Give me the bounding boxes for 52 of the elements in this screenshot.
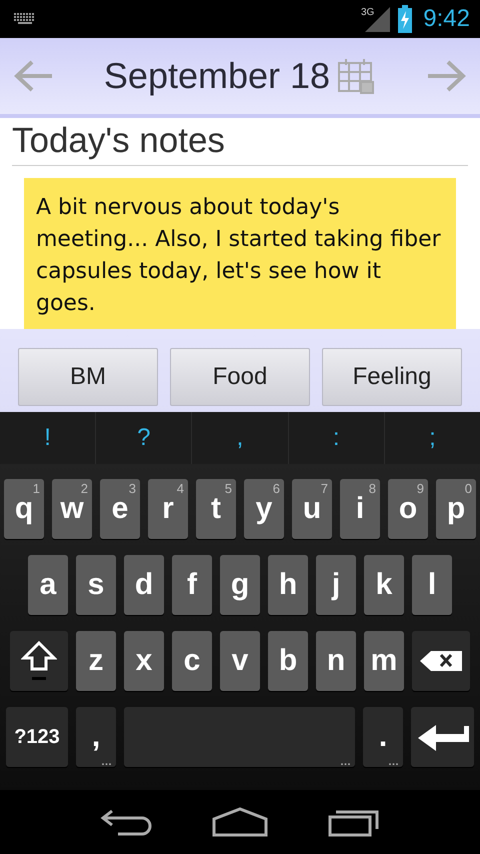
letter-key[interactable]: w 2 bbox=[52, 479, 92, 539]
punctuation-key[interactable]: . … bbox=[363, 707, 403, 767]
battery-icon bbox=[397, 5, 414, 33]
letter-key[interactable]: i 8 bbox=[340, 479, 380, 539]
section-title: Today's notes bbox=[12, 118, 468, 166]
letter-key[interactable]: b bbox=[268, 631, 308, 691]
letter-key[interactable]: c bbox=[172, 631, 212, 691]
suggestion-item[interactable]: , bbox=[191, 412, 288, 464]
letter-key[interactable]: p 0 bbox=[436, 479, 476, 539]
letter-key[interactable]: q 1 bbox=[4, 479, 44, 539]
suggestion-item[interactable]: ? bbox=[95, 412, 192, 464]
letter-key[interactable]: m bbox=[364, 631, 404, 691]
suggestion-item[interactable]: : bbox=[288, 412, 384, 464]
letter-key[interactable]: d bbox=[124, 555, 164, 615]
letter-key[interactable]: r 4 bbox=[148, 479, 188, 539]
enter-key[interactable] bbox=[411, 707, 474, 767]
letter-key[interactable]: t 5 bbox=[196, 479, 236, 539]
suggestion-item[interactable]: ! bbox=[0, 412, 96, 464]
letter-key[interactable]: n bbox=[316, 631, 356, 691]
letter-key[interactable]: g bbox=[220, 555, 260, 615]
category-button[interactable]: BM bbox=[18, 348, 158, 406]
symbols-key[interactable]: ?123 bbox=[6, 707, 68, 767]
space-key[interactable]: … bbox=[124, 707, 355, 767]
backspace-icon bbox=[419, 650, 463, 672]
note-text[interactable]: A bit nervous about today's meeting... Also, I started taking fiber capsules today, let's see how it goes. bbox=[24, 178, 456, 329]
category-button[interactable]: Food bbox=[170, 348, 310, 406]
letter-key[interactable]: s bbox=[76, 555, 116, 615]
letter-key[interactable]: h bbox=[268, 555, 308, 615]
back-icon[interactable] bbox=[100, 807, 152, 837]
suggestion-item[interactable]: ; bbox=[384, 412, 480, 464]
letter-key[interactable]: l bbox=[412, 555, 452, 615]
letter-key[interactable]: e 3 bbox=[100, 479, 140, 539]
punctuation-key[interactable]: , … bbox=[76, 707, 116, 767]
keyboard-icon bbox=[14, 13, 36, 25]
letter-key[interactable]: k bbox=[364, 555, 404, 615]
letter-key[interactable]: z bbox=[76, 631, 116, 691]
clock-time: 9:42 bbox=[423, 5, 470, 33]
letter-key[interactable]: u 7 bbox=[292, 479, 332, 539]
letter-key[interactable]: f bbox=[172, 555, 212, 615]
home-icon[interactable] bbox=[212, 807, 268, 837]
category-button[interactable]: Feeling bbox=[322, 348, 462, 406]
letter-key[interactable]: v bbox=[220, 631, 260, 691]
letter-key[interactable]: x bbox=[124, 631, 164, 691]
letter-key[interactable]: y 6 bbox=[244, 479, 284, 539]
letter-key[interactable]: j bbox=[316, 555, 356, 615]
enter-icon bbox=[416, 722, 470, 752]
shift-icon bbox=[21, 639, 57, 683]
backspace-key[interactable] bbox=[412, 631, 470, 691]
shift-key[interactable] bbox=[10, 631, 68, 691]
letter-key[interactable]: o 9 bbox=[388, 479, 428, 539]
letter-key[interactable]: a bbox=[28, 555, 68, 615]
date-title: September 18 bbox=[104, 55, 330, 97]
